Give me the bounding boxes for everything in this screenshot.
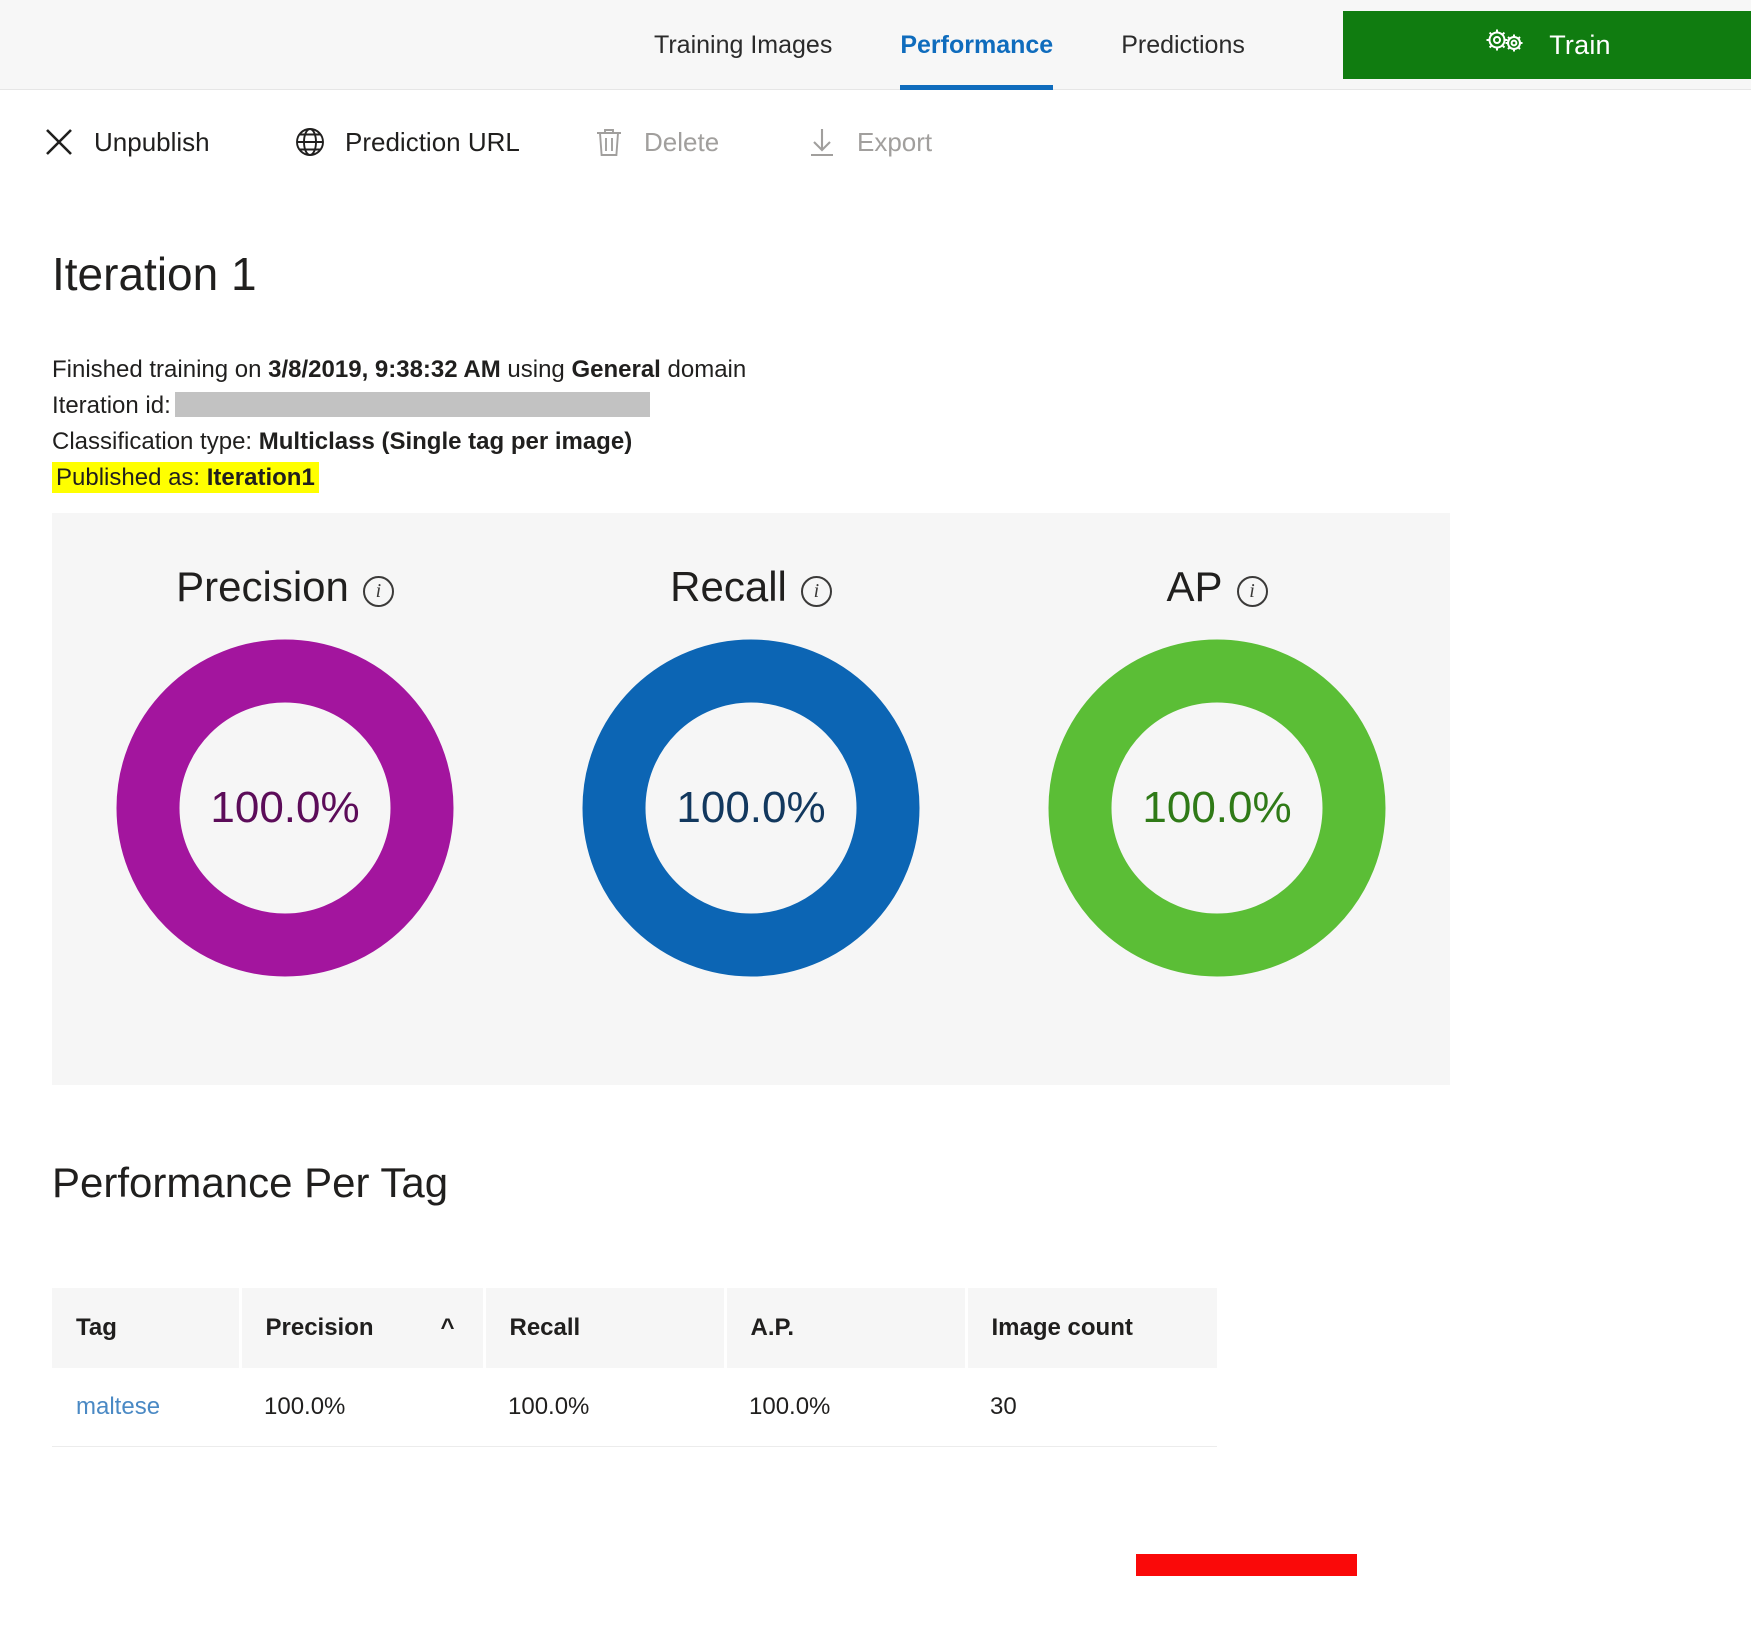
table-row[interactable]: maltese 100.0% 100.0% 100.0% 30 (52, 1368, 1217, 1447)
export-button: Export (805, 117, 932, 167)
tab-predictions[interactable]: Predictions (1087, 0, 1279, 90)
ap-value: 100.0% (1142, 783, 1292, 832)
published-as-line: Published as: Iteration1 (52, 460, 746, 496)
info-icon[interactable]: i (1236, 575, 1268, 607)
classification-type-label: Classification type: (52, 428, 259, 455)
metric-precision-label: Precision (176, 563, 349, 610)
column-header-ap[interactable]: A.P. (725, 1288, 968, 1368)
metric-recall-header: Recall i (670, 563, 832, 611)
column-header-precision[interactable]: Precision ^ (240, 1288, 486, 1368)
cell-precision: 100.0% (240, 1368, 484, 1447)
iteration-metadata: Finished training on 3/8/2019, 9:38:32 A… (52, 352, 746, 496)
published-as-label: Published as: (56, 464, 207, 491)
metric-ap: AP i 100.0% (984, 513, 1450, 1085)
finished-training-suffix: domain (660, 356, 747, 383)
close-x-icon (42, 125, 76, 159)
tab-predictions-label: Predictions (1121, 30, 1245, 59)
iteration-id-label: Iteration id: (52, 392, 171, 419)
tab-training-images[interactable]: Training Images (620, 0, 866, 90)
metric-ap-label: AP (1166, 563, 1223, 610)
ap-donut-chart: 100.0% (1048, 639, 1386, 977)
domain-name: General (571, 356, 661, 383)
download-arrow-icon (805, 125, 839, 159)
column-header-recall[interactable]: Recall (484, 1288, 727, 1368)
export-label: Export (857, 126, 933, 157)
performance-per-tag-title: Performance Per Tag (52, 1159, 449, 1206)
precision-value: 100.0% (210, 783, 360, 832)
column-header-ap-label: A.P. (750, 1314, 795, 1341)
cell-ap: 100.0% (725, 1368, 966, 1447)
column-header-tag[interactable]: Tag (52, 1288, 242, 1368)
finished-training-datetime: 3/8/2019, 9:38:32 AM (268, 356, 501, 383)
finished-training-prefix: Finished training on (52, 356, 269, 383)
published-as-highlight: Published as: Iteration1 (52, 462, 319, 493)
published-as-value: Iteration1 (206, 464, 315, 491)
tab-performance-label: Performance (900, 30, 1054, 59)
cell-recall: 100.0% (484, 1368, 725, 1447)
iteration-id-line: Iteration id: (52, 388, 746, 424)
metric-recall-label: Recall (670, 563, 787, 610)
column-header-recall-label: Recall (509, 1314, 581, 1341)
command-bar: Unpublish Prediction URL Delete Export (0, 91, 1751, 201)
column-header-image-count[interactable]: Image count (966, 1288, 1217, 1368)
globe-icon (293, 125, 327, 159)
tag-link[interactable]: maltese (76, 1393, 160, 1420)
train-button[interactable]: Train (1343, 11, 1751, 79)
metric-precision: Precision i 100.0% (52, 513, 518, 1085)
classification-type-line: Classification type: Multiclass (Single … (52, 424, 746, 460)
sort-ascending-caret-icon: ^ (440, 1314, 455, 1341)
column-header-precision-label: Precision (265, 1314, 374, 1341)
classification-type-value: Multiclass (Single tag per image) (258, 428, 633, 455)
cell-tag: maltese (52, 1368, 240, 1447)
top-navigation-bar: Training Images Performance Predictions … (0, 0, 1751, 90)
unpublish-button[interactable]: Unpublish (42, 117, 210, 167)
finished-training-line: Finished training on 3/8/2019, 9:38:32 A… (52, 352, 746, 388)
recall-donut-chart: 100.0% (582, 639, 920, 977)
iteration-id-redacted-value (174, 392, 650, 417)
unpublish-label: Unpublish (94, 126, 210, 157)
gears-icon (1483, 25, 1527, 66)
tab-list: Training Images Performance Predictions (620, 0, 1279, 90)
delete-label: Delete (644, 126, 720, 157)
tab-training-images-label: Training Images (654, 30, 833, 59)
precision-donut-chart: 100.0% (116, 639, 454, 977)
info-icon[interactable]: i (800, 575, 832, 607)
metric-precision-header: Precision i (176, 563, 394, 611)
finished-training-mid: using (500, 356, 572, 383)
performance-per-tag-table: Tag Precision ^ Recall A.P. Image count … (52, 1288, 1217, 1447)
red-rectangle-annotation (1136, 1554, 1357, 1576)
table-header-row: Tag Precision ^ Recall A.P. Image count (52, 1288, 1217, 1368)
tab-performance[interactable]: Performance (866, 0, 1087, 90)
table-body: maltese 100.0% 100.0% 100.0% 30 (52, 1368, 1217, 1447)
metric-ap-header: AP i (1166, 563, 1268, 611)
cell-image-count: 30 (966, 1368, 1217, 1447)
column-header-tag-label: Tag (76, 1314, 117, 1341)
info-icon[interactable]: i (362, 575, 394, 607)
trash-icon (592, 125, 626, 159)
table-header: Tag Precision ^ Recall A.P. Image count (52, 1288, 1217, 1368)
overall-metrics-panel: Precision i 100.0% Recall i 100.0% AP i (52, 513, 1450, 1085)
delete-button: Delete (592, 117, 719, 167)
page-title: Iteration 1 (52, 248, 257, 300)
recall-value: 100.0% (676, 783, 826, 832)
train-button-label: Train (1549, 29, 1611, 60)
prediction-url-button[interactable]: Prediction URL (293, 117, 520, 167)
prediction-url-label: Prediction URL (345, 126, 520, 157)
column-header-image-count-label: Image count (991, 1314, 1133, 1341)
metric-recall: Recall i 100.0% (518, 513, 984, 1085)
